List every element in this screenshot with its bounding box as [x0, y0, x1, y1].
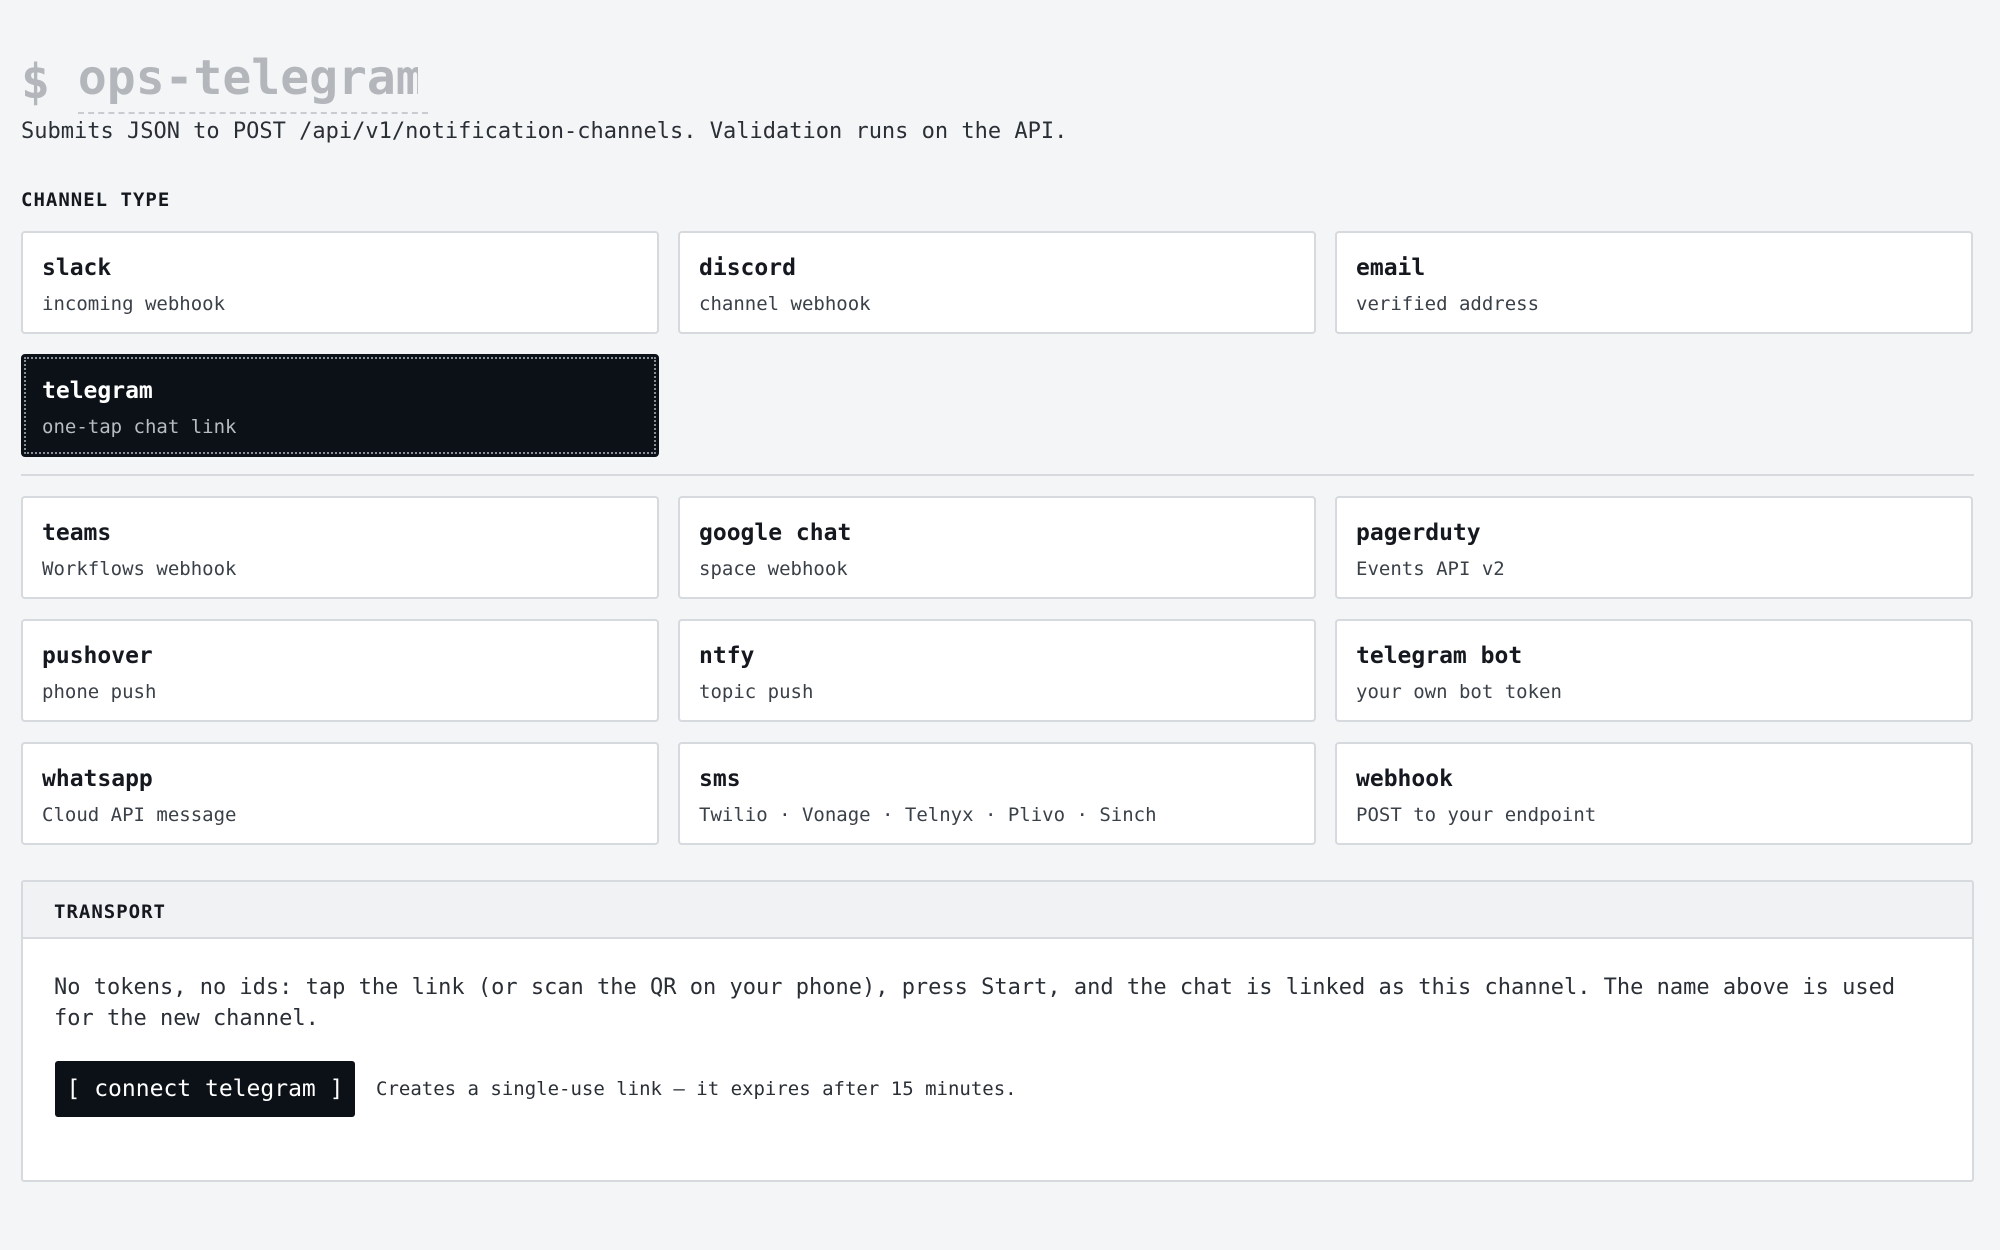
title-row: $	[21, 50, 428, 114]
section-divider	[21, 474, 1974, 476]
channel-card-pagerduty[interactable]: pagerduty Events API v2	[1335, 496, 1973, 599]
channel-card-subtitle: phone push	[42, 681, 157, 703]
channel-card-email[interactable]: email verified address	[1335, 231, 1973, 334]
channel-card-title: google chat	[699, 520, 852, 546]
transport-panel: TRANSPORT No tokens, no ids: tap the lin…	[21, 880, 1974, 1182]
prompt-symbol: $	[21, 54, 50, 110]
transport-description: No tokens, no ids: tap the link (or scan…	[54, 975, 1896, 1031]
page-subtitle: Submits JSON to POST /api/v1/notificatio…	[21, 119, 1068, 144]
channel-card-title: email	[1356, 255, 1426, 281]
channel-card-subtitle: Events API v2	[1356, 558, 1505, 580]
channel-card-title: whatsapp	[42, 766, 153, 792]
channel-card-discord[interactable]: discord channel webhook	[678, 231, 1316, 334]
channel-card-subtitle: space webhook	[699, 558, 848, 580]
channel-card-title: webhook	[1356, 766, 1453, 792]
channel-card-subtitle: one-tap chat link	[42, 416, 237, 438]
channel-card-whatsapp[interactable]: whatsapp Cloud API message	[21, 742, 659, 845]
channel-card-title: teams	[42, 520, 112, 546]
channel-card-slack[interactable]: slack incoming webhook	[21, 231, 659, 334]
connect-telegram-button[interactable]: [ connect telegram ]	[55, 1061, 355, 1117]
channel-card-title: telegram	[42, 378, 153, 404]
channel-card-ntfy[interactable]: ntfy topic push	[678, 619, 1316, 722]
channel-card-subtitle: Workflows webhook	[42, 558, 237, 580]
channel-card-title: ntfy	[699, 643, 755, 669]
primary-channel-grid: slack incoming webhook discord channel w…	[21, 231, 1974, 457]
transport-action-row: [ connect telegram ] Creates a single-us…	[55, 1061, 1972, 1117]
channel-card-title: sms	[699, 766, 741, 792]
channel-card-telegram[interactable]: telegram one-tap chat link	[21, 354, 659, 457]
channel-card-title: discord	[699, 255, 796, 281]
channel-card-teams[interactable]: teams Workflows webhook	[21, 496, 659, 599]
channel-card-subtitle: Twilio · Vonage · Telnyx · Plivo · Sinch	[699, 804, 1157, 826]
channel-card-title: pagerduty	[1356, 520, 1481, 546]
channel-card-title: pushover	[42, 643, 153, 669]
channel-card-sms[interactable]: sms Twilio · Vonage · Telnyx · Plivo · S…	[678, 742, 1316, 845]
channel-card-subtitle: POST to your endpoint	[1356, 804, 1597, 826]
channel-card-subtitle: your own bot token	[1356, 681, 1562, 703]
channel-card-subtitle: incoming webhook	[42, 293, 226, 315]
channel-card-pushover[interactable]: pushover phone push	[21, 619, 659, 722]
channel-card-subtitle: verified address	[1356, 293, 1540, 315]
channel-card-google-chat[interactable]: google chat space webhook	[678, 496, 1316, 599]
channel-type-label: CHANNEL TYPE	[21, 189, 171, 211]
channel-card-telegram-bot[interactable]: telegram bot your own bot token	[1335, 619, 1973, 722]
channel-card-webhook[interactable]: webhook POST to your endpoint	[1335, 742, 1973, 845]
channel-card-title: slack	[42, 255, 112, 281]
channel-card-subtitle: Cloud API message	[42, 804, 237, 826]
channel-card-subtitle: topic push	[699, 681, 814, 703]
channel-card-subtitle: channel webhook	[699, 293, 871, 315]
channel-card-title: telegram bot	[1356, 643, 1523, 669]
more-channel-grid: teams Workflows webhook google chat spac…	[21, 496, 1974, 845]
transport-label: TRANSPORT	[23, 882, 1972, 939]
channel-name-input[interactable]	[77, 50, 428, 114]
link-expiry-hint: Creates a single-use link — it expires a…	[376, 1078, 1017, 1100]
